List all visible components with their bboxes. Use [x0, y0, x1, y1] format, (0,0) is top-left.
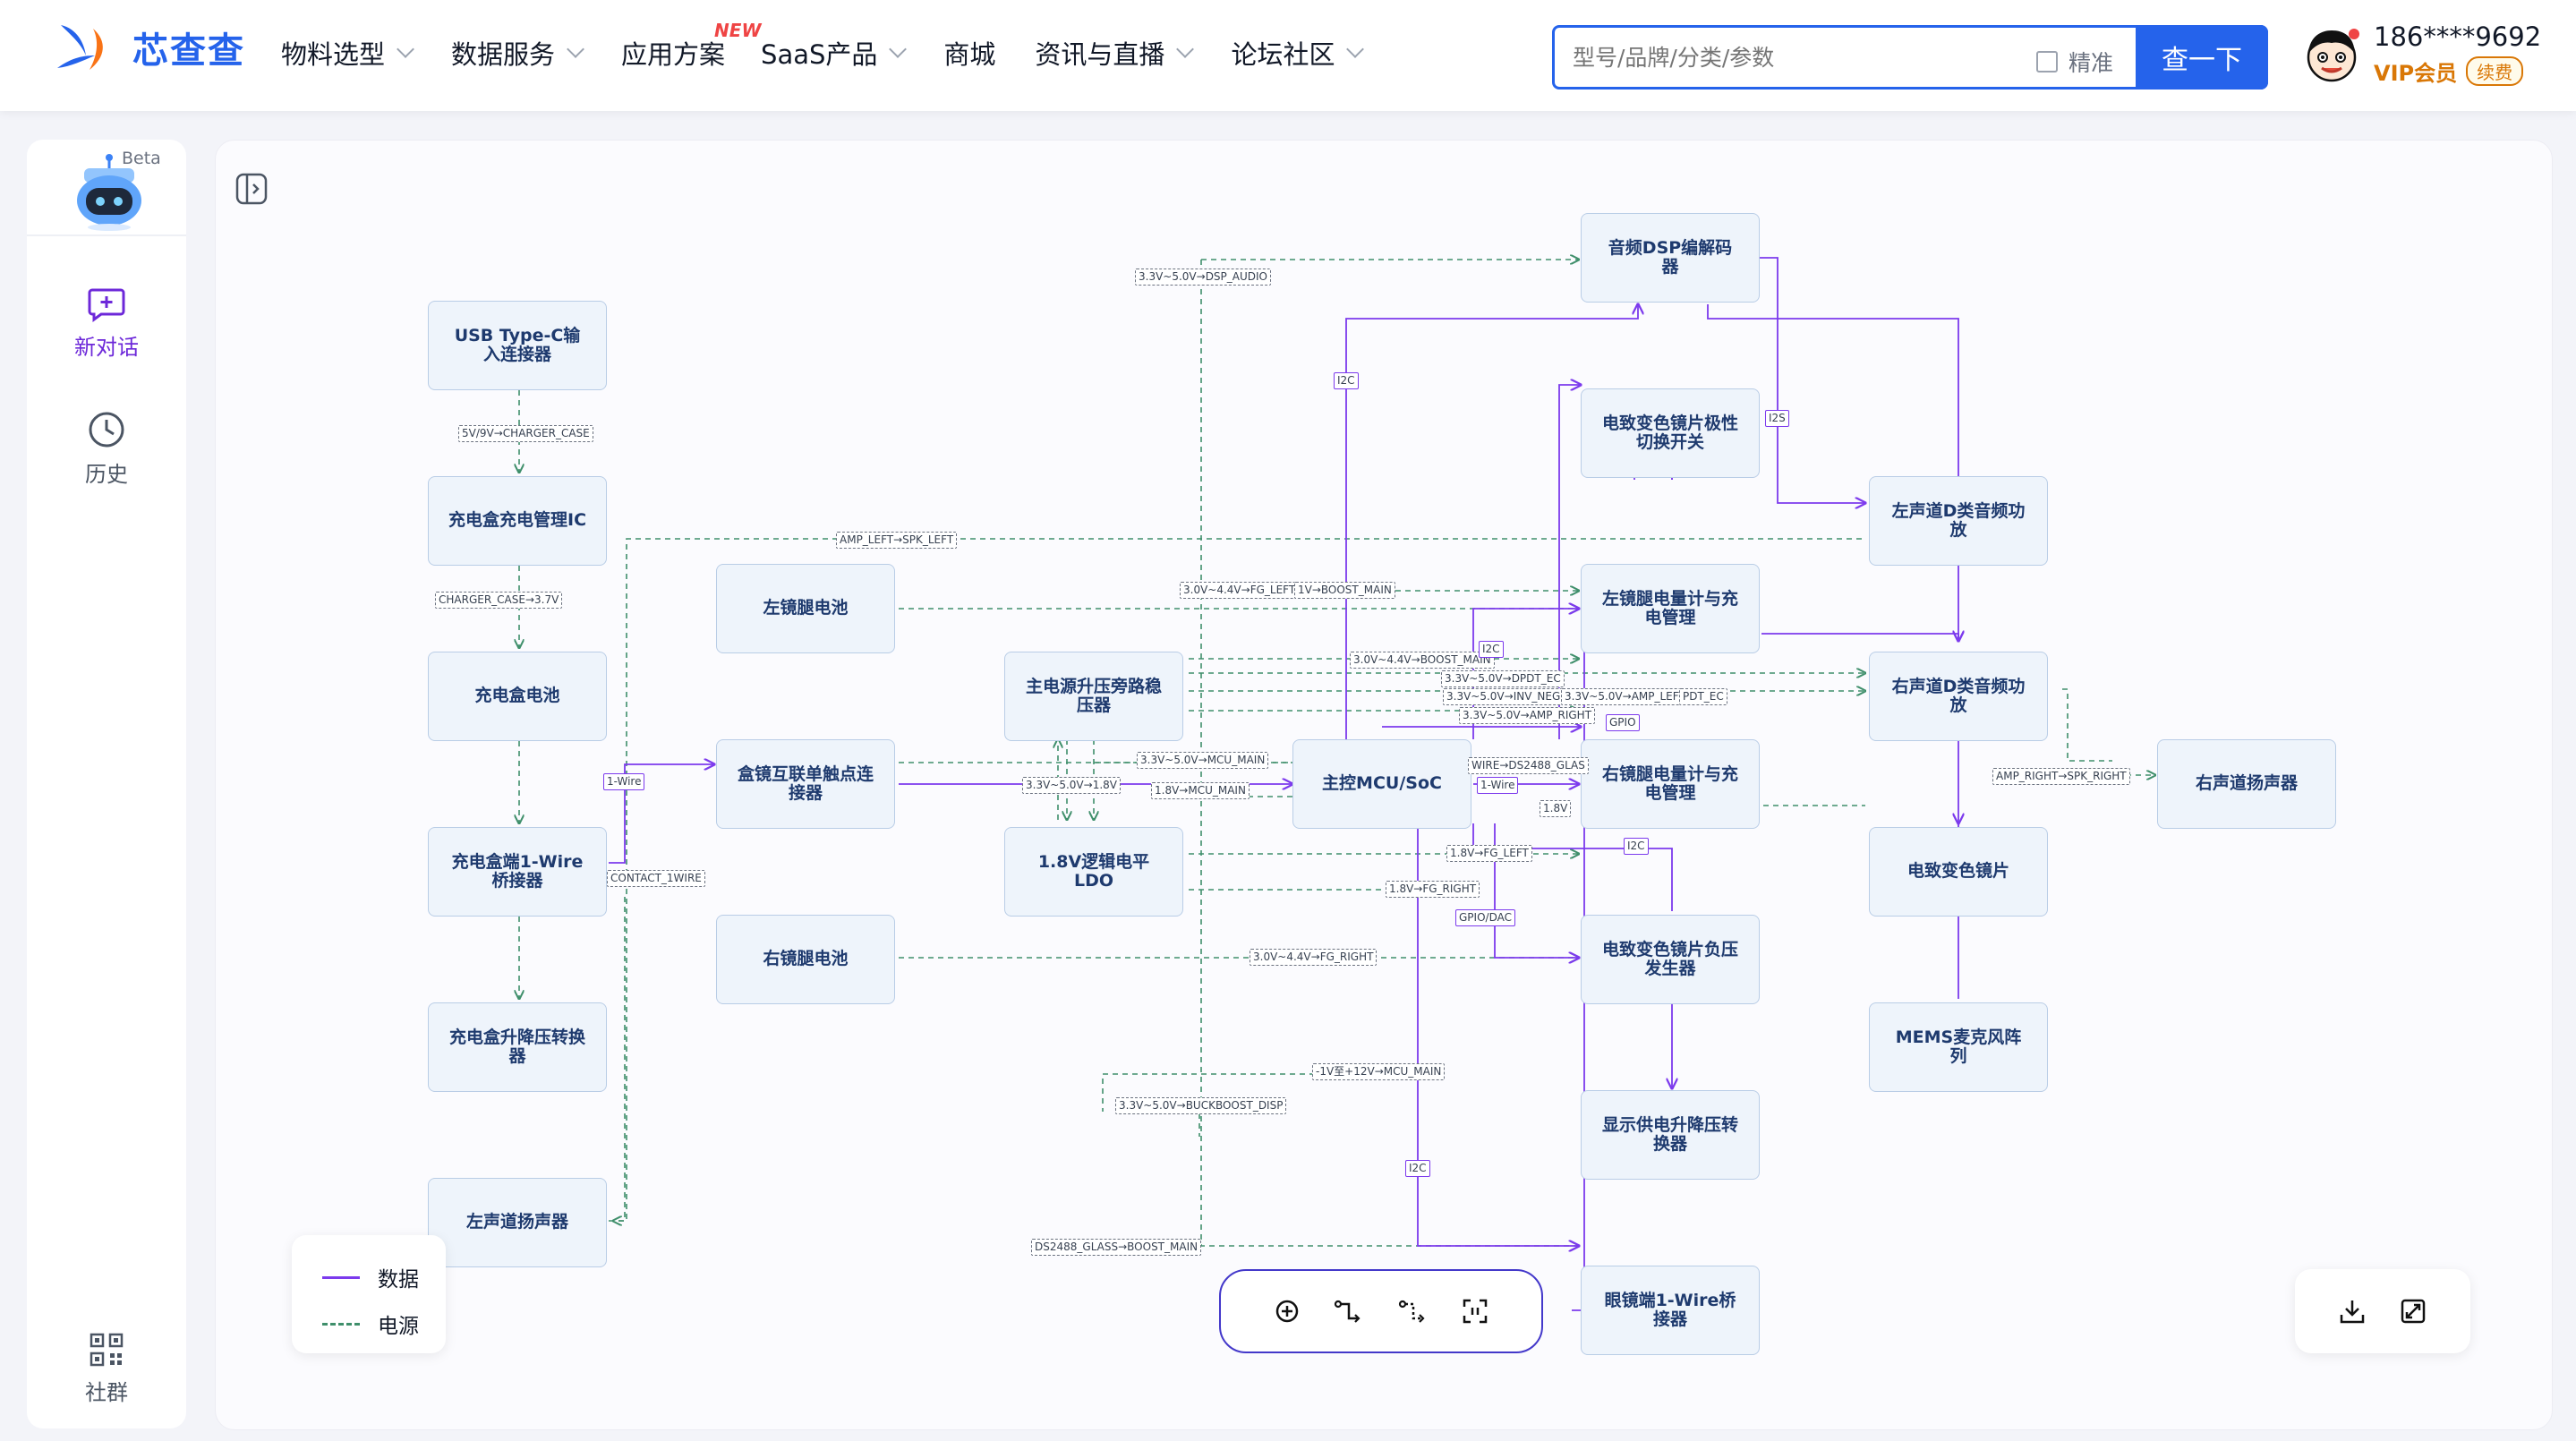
orthogonal-edge-icon[interactable] [1334, 1298, 1364, 1325]
node-mems-mic[interactable]: MEMS麦克风阵列 [1869, 1002, 2048, 1092]
legend-power: 电源 [322, 1309, 419, 1339]
diagram-legend: 数据 电源 [292, 1235, 446, 1353]
edge-label: 3.3V~5.0V→BUCKBOOST_DISP [1115, 1097, 1287, 1114]
legend-data-label: 数据 [378, 1268, 419, 1292]
node-ec-lens[interactable]: 电致变色镜片 [1869, 827, 2048, 917]
node-fuel-gauge-right[interactable]: 右镜腿电量计与充电管理 [1581, 739, 1760, 829]
zoom-in-icon[interactable] [1274, 1298, 1301, 1325]
edge-label: 1.8V→MCU_MAIN [1151, 782, 1250, 799]
node-battery-left[interactable]: 左镜腿电池 [716, 564, 895, 653]
edge-label: 1.8V→FG_LEFT [1446, 845, 1532, 862]
node-polarity-switch[interactable]: 电致变色镜片极性切换开关 [1581, 388, 1760, 478]
power-line-icon [322, 1322, 360, 1326]
edge-label-i2c: I2C [1479, 641, 1504, 658]
edge-label: 3.3V~5.0V→DSP_AUDIO [1135, 269, 1272, 286]
legend-data: 数据 [322, 1262, 419, 1292]
node-case-battery[interactable]: 充电盒电池 [428, 652, 607, 741]
node-usbc[interactable]: USB Type-C输入连接器 [428, 301, 607, 390]
diagram-toolbar [1219, 1269, 1543, 1353]
edge-label: AMP_RIGHT→SPK_RIGHT [1992, 768, 2130, 785]
edge-label-gpio: GPIO [1606, 714, 1640, 731]
edge-label: AMP_LEFT→SPK_LEFT [836, 532, 958, 549]
dashed-edge-icon[interactable] [1398, 1298, 1429, 1325]
node-display-power[interactable]: 显示供电升降压转换器 [1581, 1090, 1760, 1180]
edge-label: -1V至+12V→MCU_MAIN [1312, 1063, 1446, 1080]
edge-label: 1.8V [1540, 800, 1572, 817]
edge-label: 3.3V~5.0V→AMP_RIGHT [1459, 707, 1596, 724]
node-fuel-gauge-left[interactable]: 左镜腿电量计与充电管理 [1581, 564, 1760, 653]
edge-label: CHARGER_CASE→3.7V [435, 592, 563, 609]
node-contact[interactable]: 盒镜互联单触点连接器 [716, 739, 895, 829]
legend-power-label: 电源 [378, 1315, 419, 1338]
edge-label: DS2488_GLASS→BOOST_MAIN [1031, 1239, 1202, 1256]
edge-label-1wire: 1-Wire [603, 773, 645, 790]
data-line-icon [322, 1275, 360, 1279]
edge-label-i2c: I2C [1405, 1160, 1430, 1177]
edge-label-i2c: I2C [1624, 838, 1649, 855]
edge-label: 3.3V~5.0V→DPDT_EC [1441, 670, 1565, 687]
diagram-edges [0, 0, 2576, 1311]
edge-label: 3.3V~5.0V→INV_NEG [1443, 688, 1565, 705]
edge-label: 3.0V~4.4V→FG_RIGHT [1250, 949, 1378, 966]
edge-label: PDT_EC [1679, 688, 1727, 705]
edge-label: 1V→BOOST_MAIN [1294, 582, 1395, 599]
fit-view-icon[interactable] [1462, 1298, 1488, 1325]
node-negative-voltage[interactable]: 电致变色镜片负压发生器 [1581, 915, 1760, 1004]
export-tools [2295, 1269, 2470, 1353]
node-glasses-1wire[interactable]: 眼镜端1-Wire桥接器 [1581, 1266, 1760, 1355]
edge-label: 3.0V~4.4V→BOOST_MAIN [1350, 652, 1495, 669]
edge-label: CONTACT_1WIRE [607, 870, 705, 887]
edge-label-gpio-dac: GPIO/DAC [1455, 909, 1515, 926]
edge-label-i2c: I2C [1334, 372, 1359, 389]
node-boost[interactable]: 主电源升压旁路稳压器 [1004, 652, 1183, 741]
edge-label: 3.0V~4.4V→FG_LEFT [1180, 582, 1300, 599]
edge-label: WIRE→DS2488_GLAS [1468, 757, 1589, 774]
node-speaker-right[interactable]: 右声道扬声器 [2157, 739, 2336, 829]
fullscreen-icon[interactable] [2399, 1297, 2427, 1326]
node-amp-left[interactable]: 左声道D类音频功放 [1869, 476, 2048, 566]
edge-label: 1-Wire [1477, 777, 1519, 794]
edge-label: 3.3V~5.0V→MCU_MAIN [1137, 752, 1269, 769]
node-speaker-left[interactable]: 左声道扬声器 [428, 1178, 607, 1267]
node-dsp[interactable]: 音频DSP编解码器 [1581, 213, 1760, 303]
node-case-1wire[interactable]: 充电盒端1-Wire桥接器 [428, 827, 607, 917]
edge-label-i2s: I2S [1765, 410, 1789, 427]
node-case-buckboost[interactable]: 充电盒升降压转换器 [428, 1002, 607, 1092]
edge-label: 5V/9V→CHARGER_CASE [458, 425, 593, 442]
node-battery-right[interactable]: 右镜腿电池 [716, 915, 895, 1004]
node-case-charger[interactable]: 充电盒充电管理IC [428, 476, 607, 566]
edge-label: 3.3V~5.0V→AMP_LEFT [1561, 688, 1689, 705]
node-amp-right[interactable]: 右声道D类音频功放 [1869, 652, 2048, 741]
download-icon[interactable] [2338, 1297, 2367, 1326]
edge-label: 3.3V~5.0V→1.8V [1022, 777, 1121, 794]
node-mcu[interactable]: 主控MCU/SoC [1292, 739, 1471, 829]
edge-label: 1.8V→FG_RIGHT [1386, 881, 1480, 898]
node-ldo[interactable]: 1.8V逻辑电平LDO [1004, 827, 1183, 917]
